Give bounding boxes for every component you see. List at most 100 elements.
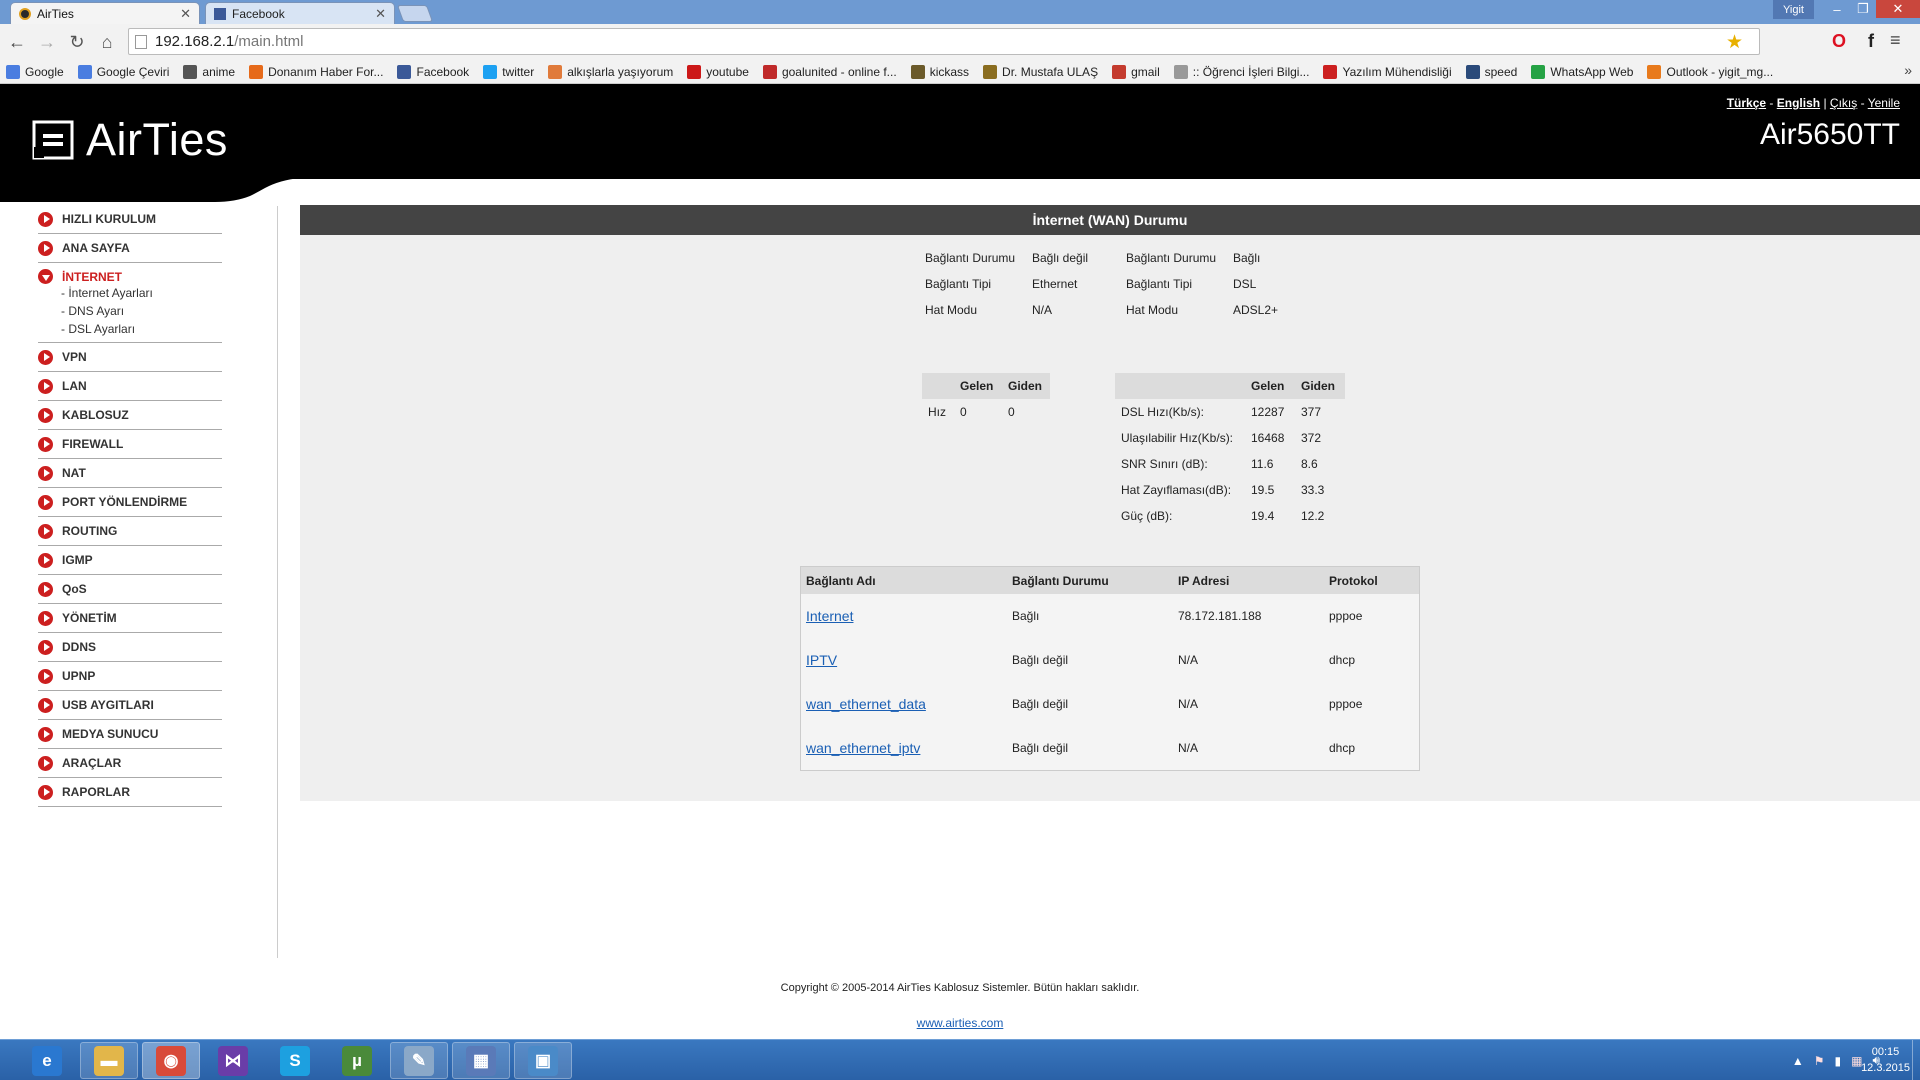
bookmark-item[interactable]: Dr. Mustafa ULAŞ [983,64,1098,79]
battery-icon[interactable]: ▮ [1834,1054,1841,1068]
close-window-button[interactable]: ✕ [1876,0,1920,18]
sidebar-item-1[interactable]: ANA SAYFA [38,234,222,263]
bookmark-star-icon[interactable]: ★ [1726,31,1743,54]
connection-row: Internet Bağlı 78.172.181.188 pppoe [801,594,1419,638]
skype-icon: S [280,1045,310,1076]
bookmark-item[interactable]: speed [1465,64,1517,79]
bookmark-item[interactable]: kickass [910,64,969,79]
airties-website-link[interactable]: www.airties.com [917,1016,1004,1030]
profile-badge[interactable]: Yigit [1773,0,1814,19]
sidebar-item-0[interactable]: HIZLI KURULUM [38,205,222,234]
bookmark-item[interactable]: gmail [1112,64,1160,79]
bookmark-item[interactable]: Yazılım Mühendisliği [1323,64,1452,79]
sidebar-item-row[interactable]: İNTERNET [38,269,122,284]
sidebar-item-13[interactable]: DDNS [38,633,222,662]
sidebar-item-14[interactable]: UPNP [38,662,222,691]
stats-header-cell [1115,373,1245,399]
english-link[interactable]: English [1777,96,1820,110]
sidebar-item-label: IGMP [62,553,93,567]
taskbar-app[interactable]: ▣ [514,1042,572,1079]
sidebar-subitem[interactable]: - DSL Ayarları [61,320,135,338]
back-arrow-icon[interactable]: ← [2,27,32,57]
taskbar-app[interactable]: ▬ [80,1042,138,1079]
taskbar-app[interactable]: ▦ [452,1042,510,1079]
turkish-link[interactable]: Türkçe [1727,96,1766,110]
sidebar-item-8[interactable]: PORT YÖNLENDİRME [38,488,222,517]
sidebar-item-17[interactable]: ARAÇLAR [38,749,222,778]
action-center-icon[interactable]: ⚑ [1814,1054,1825,1068]
logout-link[interactable]: Çıkış [1830,96,1857,110]
bookmark-item[interactable]: goalunited - online f... [762,64,897,79]
address-bar[interactable]: 192.168.2.1/main.html ★ [128,28,1760,55]
bookmark-item[interactable]: Google Çeviri [77,64,170,79]
sidebar-item-11[interactable]: QoS [38,575,222,604]
taskbar-app[interactable]: ⋈ [204,1042,262,1079]
sidebar-subitem[interactable]: - DNS Ayarı [61,302,124,320]
sidebar-item-10[interactable]: IGMP [38,546,222,575]
connection-name-link[interactable]: Internet [806,608,853,624]
home-icon[interactable]: ⌂ [92,27,122,57]
tab-airties[interactable]: AirTies ✕ [10,2,200,24]
youtube-icon [687,64,702,79]
sidebar-item-9[interactable]: ROUTING [38,517,222,546]
bookmark-label: Google Çeviri [96,64,170,79]
bookmark-item[interactable]: WhatsApp Web [1531,64,1633,79]
airties-logo-icon [32,120,74,160]
taskbar-app[interactable]: ◉ [142,1042,200,1079]
facebook-extension-icon[interactable]: f [1860,30,1882,52]
opera-extension-icon[interactable]: O [1828,30,1850,52]
bookmark-item[interactable]: Facebook [397,64,469,79]
connection-cell: wan_ethernet_iptv [801,726,1007,770]
taskbar-app[interactable]: µ [328,1042,386,1079]
header-banner: AirTies Türkçe - English | Çıkış - Yenil… [0,84,1920,179]
sidebar-item-3[interactable]: VPN [38,343,222,372]
close-tab-icon[interactable]: ✕ [180,6,191,22]
taskbar-app[interactable]: ✎ [390,1042,448,1079]
connection-name-link[interactable]: IPTV [806,652,837,668]
sidebar-item-label: KABLOSUZ [62,408,129,422]
bookmark-item[interactable]: Donanım Haber For... [249,64,383,79]
sidebar-item-7[interactable]: NAT [38,459,222,488]
connection-name-link[interactable]: wan_ethernet_data [806,696,926,712]
sidebar-item-15[interactable]: USB AYGITLARI [38,691,222,720]
connections-header-cell: Bağlantı Durumu [1007,567,1173,594]
more-bookmarks-icon[interactable]: » [1904,62,1912,78]
connection-name-link[interactable]: wan_ethernet_iptv [806,740,920,756]
taskbar-app[interactable]: S [266,1042,324,1079]
maximize-button[interactable]: ❐ [1850,0,1876,18]
show-desktop-button[interactable] [1912,1040,1920,1080]
sidebar-subitem[interactable]: - İnternet Ayarları [61,284,153,302]
new-tab-button[interactable] [396,5,434,22]
sidebar-item-4[interactable]: LAN [38,372,222,401]
tab-facebook[interactable]: Facebook ✕ [205,2,395,24]
bookmark-item[interactable]: twitter [483,64,534,79]
sidebar-item-16[interactable]: MEDYA SUNUCU [38,720,222,749]
sidebar-item-18[interactable]: RAPORLAR [38,778,222,807]
sidebar-item-2[interactable]: İNTERNET - İnternet Ayarları - DNS Ayarı - … [38,263,222,343]
refresh-link[interactable]: Yenile [1868,96,1900,110]
sidebar-item-5[interactable]: KABLOSUZ [38,401,222,430]
forward-arrow-icon[interactable]: → [32,27,62,57]
reload-icon[interactable]: ↻ [62,27,92,57]
sidebar-item-12[interactable]: YÖNETİM [38,604,222,633]
bookmark-item[interactable]: Google [6,64,64,79]
kickass-icon [910,64,925,79]
bookmark-item[interactable]: anime [183,64,235,79]
url-text[interactable]: 192.168.2.1/main.html [155,33,303,50]
stats-cell: Hat Zayıflaması(dB): [1115,477,1245,503]
url-host: 192.168.2.1 [155,33,235,50]
system-clock[interactable]: 00:15 12.3.2015 [1861,1044,1910,1076]
bookmark-item[interactable]: Outlook - yigit_mg... [1647,64,1773,79]
bookmark-item[interactable]: :: Öğrenci İşleri Bilgi... [1173,64,1309,79]
chevron-down-icon [38,269,53,284]
bookmark-item[interactable]: youtube [687,64,749,79]
sidebar-item-label: LAN [62,379,87,393]
minimize-button[interactable]: – [1824,0,1850,18]
taskbar-app[interactable]: e [18,1042,76,1079]
menu-icon[interactable]: ≡ [1890,30,1901,51]
tray-expand-icon[interactable]: ▲ [1792,1054,1804,1068]
close-tab-icon[interactable]: ✕ [375,6,386,22]
sidebar-item-6[interactable]: FIREWALL [38,430,222,459]
connection-row: wan_ethernet_data Bağlı değil N/A pppoe [801,682,1419,726]
bookmark-item[interactable]: alkışlarla yaşıyorum [548,64,673,79]
